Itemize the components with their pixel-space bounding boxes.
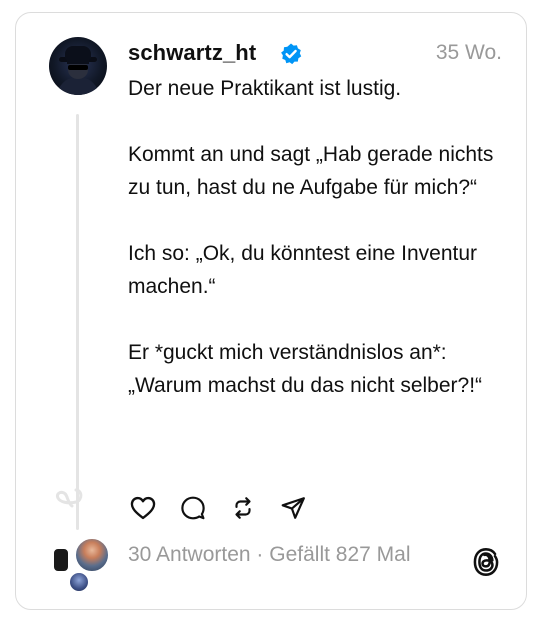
username[interactable]: schwartz_ht [128,40,256,66]
action-bar [128,493,328,525]
stats-separator: · [250,543,270,566]
likes-count[interactable]: Gefällt 827 Mal [269,543,410,566]
like-button[interactable] [128,493,158,523]
reply-avatar [52,547,70,573]
avatar-figure-body [57,77,99,95]
thread-loop-icon [56,488,83,508]
author-avatar[interactable] [49,37,107,95]
thread-line [76,114,79,530]
repost-icon [235,497,251,519]
threads-logo-icon[interactable] [472,547,500,577]
reply-avatars[interactable] [52,535,112,595]
post-text: Der neue Praktikant ist lustig. Kommt an… [128,77,494,397]
post-header: schwartz_ht 35 Wo. [128,40,502,70]
avatar-figure-face [68,61,88,79]
comment-icon [181,496,205,520]
avatar-hat [65,46,91,60]
reply-avatar [68,571,90,593]
verified-badge-icon [281,43,302,65]
post-timestamp[interactable]: 35 Wo. [436,41,502,65]
share-icon [281,497,305,519]
replies-count[interactable]: 30 Antworten [128,543,251,566]
heart-icon [130,496,156,520]
comment-button[interactable] [178,493,208,523]
post-stats: 30 Antworten · Gefällt 827 Mal [128,543,411,567]
avatar-sunglasses [68,65,88,70]
share-button[interactable] [278,493,308,523]
reply-avatar [74,537,110,573]
repost-button[interactable] [228,493,258,523]
